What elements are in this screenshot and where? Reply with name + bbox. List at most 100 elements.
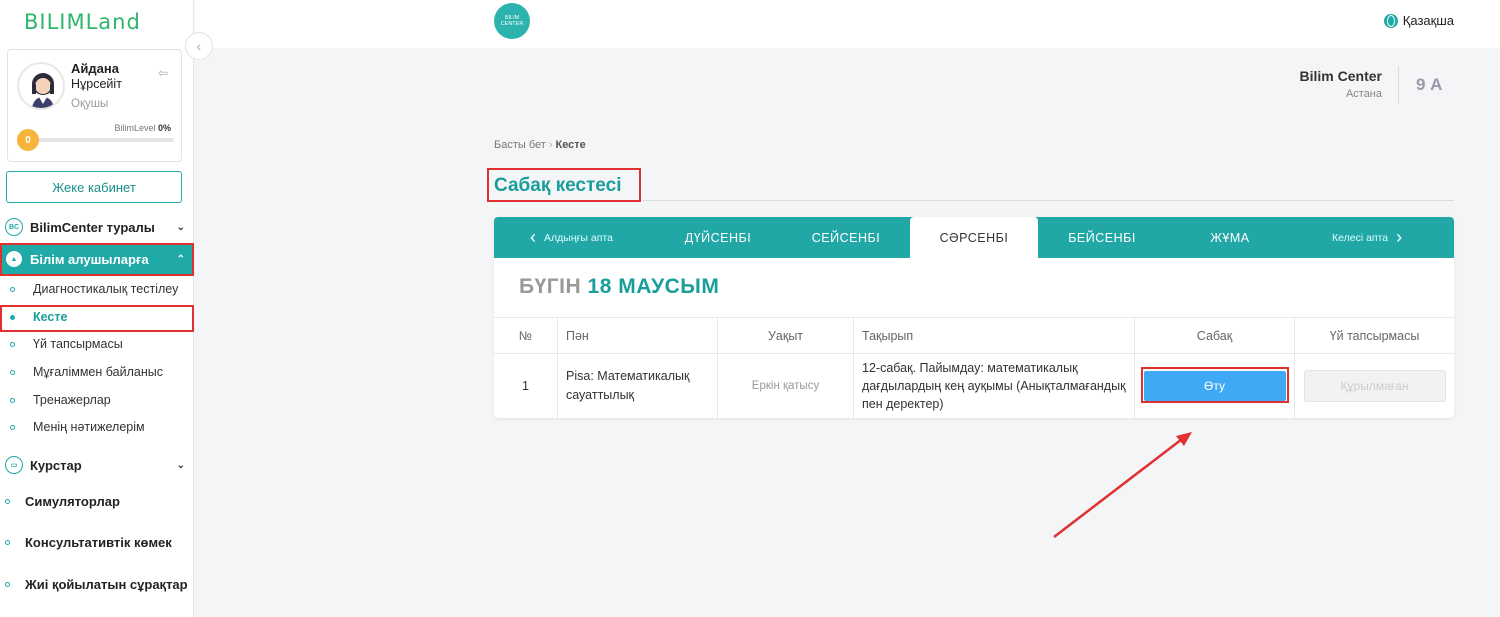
column-header: №: [494, 318, 558, 353]
divider: [1398, 66, 1399, 104]
chevron-down-icon: ⌄: [176, 459, 185, 471]
bilimland-logo[interactable]: BILIMLand: [24, 10, 141, 34]
row-lesson-cell: Өту: [1135, 354, 1295, 418]
sub-item-label: Кесте: [33, 310, 68, 324]
chevron-down-icon: ⌄: [176, 221, 185, 233]
chevron-right-icon: ›: [1396, 227, 1403, 247]
globe-icon: [1383, 13, 1398, 28]
go-to-lesson-button[interactable]: Өту: [1143, 371, 1286, 401]
sub-item-label: Мұғаліммен байланыс: [33, 365, 163, 379]
row-time: Еркін қатысу: [718, 354, 854, 418]
nav-about[interactable]: BC BilimCenter туралы ⌄: [0, 216, 194, 238]
sub-item-label: Менің нәтижелерім: [33, 420, 145, 434]
sub-item-homework[interactable]: Үй тапсырмасы: [0, 333, 194, 355]
bullet-icon: [10, 314, 15, 320]
prev-week-button[interactable]: ‹ Алдыңғы апта: [522, 217, 613, 258]
next-week-label: Келесі апта: [1332, 231, 1389, 244]
bullet-icon: [10, 286, 15, 292]
today-heading: БҮГІН 18 МАУСЫМ: [519, 275, 719, 299]
school-info: Bilim Center Астана: [1300, 68, 1382, 100]
profile-card: Айдана Нұрсейіт Оқушы ⇦ BilimLevel 0% 0: [7, 49, 182, 162]
breadcrumb-current: Кесте: [555, 139, 586, 151]
sub-item-diagnostics[interactable]: Диагностикалық тестілеу: [0, 278, 194, 300]
tab-tuesday[interactable]: СЕЙСЕНБІ: [782, 217, 910, 258]
nav-simulators-label: Симуляторлар: [25, 494, 120, 509]
schedule-card: ‹ Алдыңғы апта ДҮЙСЕНБІ СЕЙСЕНБІ СӘРСЕНБ…: [494, 217, 1454, 418]
table-row: 1 Pisa: Математикалық сауаттылық Еркін қ…: [494, 353, 1454, 418]
tab-monday[interactable]: ДҮЙСЕНБІ: [654, 217, 782, 258]
bilim-level-label: BilimLevel 0%: [114, 123, 171, 133]
breadcrumb: Басты бет › Кесте: [494, 139, 586, 151]
today-date: 18 МАУСЫМ: [587, 275, 720, 298]
sub-item-schedule[interactable]: Кесте: [0, 306, 194, 328]
nav-about-label: BilimCenter туралы: [30, 219, 155, 235]
column-header: Үй тапсырмасы: [1329, 328, 1420, 343]
chevron-left-icon: ‹: [196, 38, 202, 54]
avatar: [17, 62, 65, 110]
sidebar: BILIMLand Айдана Нұрсейіт Оқушы ⇦ BilimL…: [0, 0, 194, 617]
profile-first-name: Айдана: [71, 61, 119, 76]
collapse-sidebar-button[interactable]: ‹: [185, 32, 213, 60]
bullet-icon: [10, 341, 15, 347]
table-header-row: № Пән Уақыт Тақырып Сабақ Үй тапсырмасы: [494, 317, 1454, 353]
profile-role: Оқушы: [71, 98, 109, 110]
tab-friday[interactable]: ЖҰМА: [1166, 217, 1294, 258]
row-number: 1: [494, 354, 558, 418]
bullet-icon: [5, 582, 10, 587]
sub-item-label: Тренажерлар: [33, 393, 111, 407]
school-city: Астана: [1345, 88, 1382, 100]
breadcrumb-home[interactable]: Басты бет: [494, 139, 546, 151]
bilimcenter-icon: BC: [5, 218, 23, 236]
bilim-center-logo[interactable]: BILIM CENTER: [494, 3, 530, 39]
level-label-text: BilimLevel: [114, 123, 156, 133]
nav-consultation[interactable]: Консультативтік көмек: [0, 535, 172, 550]
school-name: Bilim Center: [1299, 68, 1382, 84]
level-percent: 0%: [157, 123, 171, 133]
column-header: Сабақ: [1135, 318, 1295, 353]
chevron-right-icon: ›: [548, 139, 553, 151]
profile-last-name: Нұрсейіт: [71, 77, 122, 91]
tab-thursday[interactable]: БЕЙСЕНБІ: [1038, 217, 1166, 258]
row-subject: Pisa: Математикалық сауаттылық: [558, 354, 718, 418]
annotation-arrow-icon: [1053, 432, 1192, 538]
class-label: 9 А: [1416, 75, 1443, 94]
top-bar: BILIM CENTER Қазақша: [195, 0, 1500, 48]
row-homework-cell: Құрылмаған: [1295, 354, 1454, 418]
today-label: БҮГІН: [519, 275, 582, 298]
level-badge: 0: [17, 129, 39, 151]
prev-week-label: Алдыңғы апта: [544, 231, 613, 244]
nav-faq[interactable]: Жиі қойылатын сұрақтар: [0, 577, 188, 592]
bullet-icon: [5, 499, 10, 504]
language-switcher[interactable]: Қазақша: [1383, 13, 1454, 28]
nav-simulators[interactable]: Симуляторлар: [0, 494, 120, 509]
next-week-button[interactable]: Келесі апта ›: [1332, 217, 1410, 258]
sub-item-label: Диагностикалық тестілеу: [33, 282, 179, 296]
nav-students[interactable]: ▲ Білім алушыларға ⌃: [0, 244, 194, 274]
nav-consult-label: Консультативтік көмек: [25, 535, 172, 550]
week-tabs-bar: ‹ Алдыңғы апта ДҮЙСЕНБІ СЕЙСЕНБІ СӘРСЕНБ…: [494, 217, 1454, 258]
bullet-icon: [10, 369, 15, 375]
title-divider: [642, 200, 1454, 201]
logout-icon[interactable]: ⇦: [158, 66, 168, 80]
bullet-icon: [10, 397, 15, 403]
column-header: Тақырып: [854, 318, 1135, 353]
level-progress-track: [26, 138, 174, 142]
row-topic: 12-сабақ. Пайымдау: математикалық дағдыл…: [854, 354, 1135, 418]
homework-button: Құрылмаған: [1303, 370, 1446, 402]
nav-courses-label: Курстар: [30, 457, 82, 473]
sub-item-trainers[interactable]: Тренажерлар: [0, 389, 194, 411]
nav-courses[interactable]: ▭ Курстар ⌄: [0, 454, 194, 476]
chevron-up-icon: ⌃: [176, 253, 185, 265]
page-title: Сабақ кестесі: [494, 175, 622, 196]
graduation-cap-icon: ▲: [5, 250, 23, 268]
column-header: Уақыт: [718, 318, 854, 353]
tab-wednesday[interactable]: СӘРСЕНБІ: [910, 217, 1038, 258]
monitor-icon: ▭: [5, 456, 23, 474]
bullet-icon: [5, 540, 10, 545]
nav-faq-label: Жиі қойылатын сұрақтар: [25, 577, 188, 592]
personal-cabinet-button[interactable]: Жеке кабинет: [6, 171, 182, 203]
bullet-icon: [10, 424, 15, 430]
sub-item-teacher-contact[interactable]: Мұғаліммен байланыс: [0, 361, 194, 383]
sub-item-results[interactable]: Менің нәтижелерім: [0, 416, 194, 438]
chevron-left-icon: ‹: [530, 227, 536, 247]
